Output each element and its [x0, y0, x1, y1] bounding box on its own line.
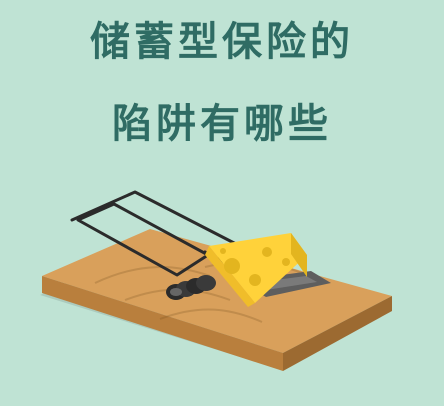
mousetrap-illustration — [40, 190, 392, 371]
